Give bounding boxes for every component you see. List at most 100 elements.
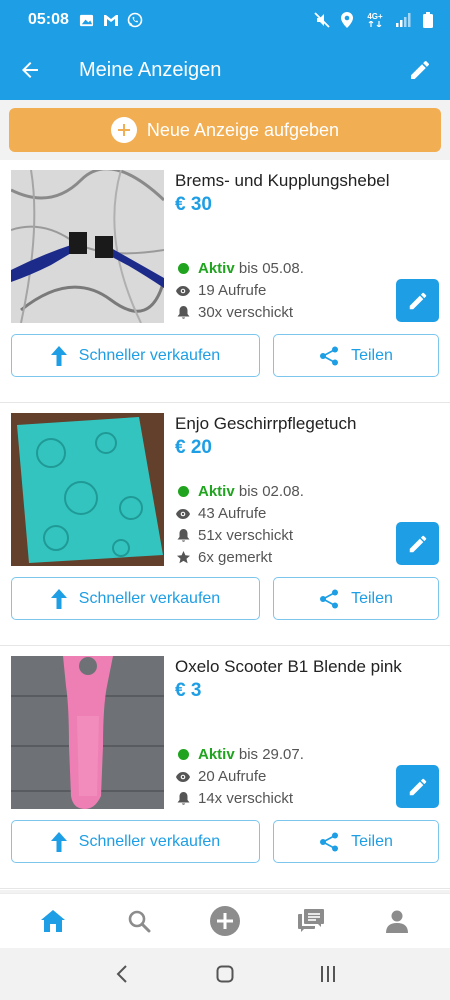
sell-faster-label: Schneller verkaufen	[78, 346, 221, 364]
ad-views: 20 Aufrufe	[176, 768, 266, 785]
ad-status: Aktiv bis 05.08.	[176, 260, 304, 277]
views-count: 43 Aufrufe	[198, 505, 267, 522]
eye-icon	[176, 508, 190, 519]
edit-ad-button[interactable]	[396, 279, 439, 322]
arrow-up-icon	[50, 345, 67, 366]
system-navigation	[0, 948, 450, 1000]
status-active: Aktiv	[198, 746, 235, 763]
eye-icon	[176, 771, 190, 782]
nav-add[interactable]	[200, 896, 250, 946]
saved-count: 6x gemerkt	[198, 549, 273, 566]
sell-faster-button[interactable]: Schneller verkaufen	[11, 577, 260, 620]
profile-icon	[386, 910, 408, 933]
status-bar: 05:08 4G+	[0, 0, 450, 40]
ad-image[interactable]	[11, 170, 164, 323]
ad-status: Aktiv bis 02.08.	[176, 483, 304, 500]
share-button[interactable]: Teilen	[273, 820, 439, 863]
location-icon	[339, 12, 355, 28]
arrow-up-icon	[50, 588, 67, 609]
arrow-left-icon	[22, 62, 38, 78]
mute-icon	[314, 12, 330, 28]
ad-card[interactable]: Enjo Geschirrpflegetuch € 20 Aktiv bis 0…	[0, 403, 450, 646]
ad-sent: 30x verschickt	[176, 304, 293, 321]
bell-icon	[176, 791, 190, 806]
active-dot-icon	[178, 486, 189, 497]
share-icon	[320, 346, 339, 365]
plus-circle-icon	[110, 117, 137, 143]
home-square-icon	[216, 965, 234, 983]
share-icon	[320, 832, 339, 851]
system-home-button[interactable]	[205, 954, 245, 994]
signal-icon	[395, 12, 411, 28]
header-edit-button[interactable]	[390, 40, 450, 100]
system-recents-button[interactable]	[308, 954, 348, 994]
pencil-icon	[409, 535, 426, 552]
share-label: Teilen	[351, 832, 393, 850]
share-button[interactable]: Teilen	[273, 334, 439, 377]
sell-faster-label: Schneller verkaufen	[78, 832, 221, 850]
sent-count: 14x verschickt	[198, 790, 294, 807]
status-until: bis 29.07.	[238, 746, 304, 763]
sent-count: 51x verschickt	[198, 527, 294, 544]
recents-icon	[321, 966, 336, 982]
status-active: Aktiv	[198, 483, 235, 500]
ad-list: Brems- und Kupplungshebel € 30 Aktiv bis…	[0, 160, 450, 890]
new-ad-button[interactable]: Neue Anzeige aufgeben	[9, 108, 441, 152]
network-type-icon: 4G+	[364, 12, 386, 28]
ad-views: 19 Aufrufe	[176, 282, 266, 299]
share-button[interactable]: Teilen	[273, 577, 439, 620]
edit-ad-button[interactable]	[396, 765, 439, 808]
pencil-icon	[409, 778, 426, 795]
bell-icon	[176, 305, 190, 320]
nav-profile[interactable]	[372, 896, 422, 946]
gallery-icon	[79, 12, 95, 28]
whatsapp-icon	[127, 12, 143, 28]
ad-views: 43 Aufrufe	[176, 505, 266, 522]
search-icon	[128, 910, 151, 933]
sell-faster-button[interactable]: Schneller verkaufen	[11, 334, 260, 377]
ad-price: € 30	[175, 194, 212, 215]
nav-home[interactable]	[28, 896, 78, 946]
active-dot-icon	[178, 749, 189, 760]
gmail-icon	[103, 12, 119, 28]
arrow-up-icon	[50, 831, 67, 852]
ad-price: € 3	[175, 680, 202, 701]
edit-ad-button[interactable]	[396, 522, 439, 565]
ad-card[interactable]: Oxelo Scooter B1 Blende pink € 3 Aktiv b…	[0, 646, 450, 889]
new-ad-label: Neue Anzeige aufgeben	[146, 119, 340, 140]
back-button[interactable]	[0, 40, 60, 100]
status-time: 05:08	[28, 11, 69, 28]
ad-sent: 51x verschickt	[176, 527, 293, 544]
ad-price: € 20	[175, 437, 212, 458]
status-until: bis 05.08.	[238, 260, 304, 277]
ad-image[interactable]	[11, 656, 164, 809]
ad-title: Brems- und Kupplungshebel	[175, 171, 390, 190]
ad-saved: 6x gemerkt	[176, 549, 272, 566]
sent-count: 30x verschickt	[198, 304, 294, 321]
nav-messages[interactable]	[286, 896, 336, 946]
bell-icon	[176, 528, 190, 543]
add-circle-icon	[210, 906, 240, 936]
home-icon	[41, 910, 65, 932]
ad-title: Enjo Geschirrpflegetuch	[175, 414, 357, 433]
active-dot-icon	[178, 263, 189, 274]
messages-icon	[298, 909, 324, 932]
share-icon	[320, 589, 339, 608]
bottom-navigation	[0, 893, 450, 948]
ad-sent: 14x verschickt	[176, 790, 293, 807]
battery-icon	[420, 12, 436, 28]
ad-status: Aktiv bis 29.07.	[176, 746, 304, 763]
network-label: 4G+	[367, 12, 383, 21]
status-until: bis 02.08.	[238, 483, 304, 500]
status-active: Aktiv	[198, 260, 235, 277]
pencil-icon	[409, 292, 426, 309]
ad-title: Oxelo Scooter B1 Blende pink	[175, 657, 402, 676]
share-label: Teilen	[351, 346, 393, 364]
system-back-button[interactable]	[102, 954, 142, 994]
ad-card[interactable]: Brems- und Kupplungshebel € 30 Aktiv bis…	[0, 160, 450, 403]
sell-faster-button[interactable]: Schneller verkaufen	[11, 820, 260, 863]
nav-search[interactable]	[114, 896, 164, 946]
views-count: 20 Aufrufe	[198, 768, 267, 785]
ad-image[interactable]	[11, 413, 164, 566]
views-count: 19 Aufrufe	[198, 282, 267, 299]
